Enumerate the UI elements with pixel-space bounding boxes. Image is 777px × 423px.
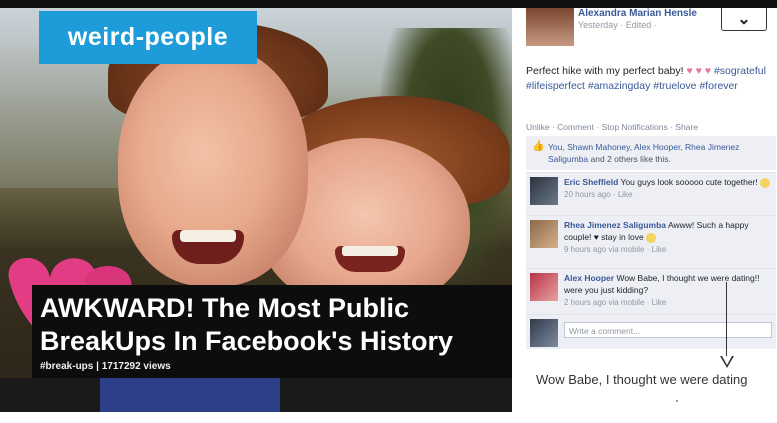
- post-body: Perfect hike with my perfect baby! ♥ ♥ ♥…: [526, 64, 777, 94]
- comment: Alex Hooper Wow Babe, I thought we were …: [526, 268, 776, 314]
- comment-author[interactable]: Eric Sheffield: [564, 177, 618, 187]
- video-title[interactable]: AWKWARD! The Most Public BreakUps In Fac…: [40, 292, 510, 358]
- post-actions[interactable]: Unlike · Comment · Stop Notifications · …: [526, 122, 698, 132]
- thumbs-up-icon: 👍: [532, 141, 545, 152]
- author-avatar[interactable]: [526, 8, 574, 46]
- write-comment-row: Write a comment...: [526, 314, 776, 349]
- post-time: Yesterday · Edited ·: [578, 20, 657, 30]
- comment-author[interactable]: Alex Hooper: [564, 273, 614, 283]
- comment-body: Alex Hooper Wow Babe, I thought we were …: [564, 272, 776, 309]
- annotation-quote: Wow Babe, I thought we were dating: [536, 372, 748, 387]
- commenter-avatar[interactable]: [530, 220, 558, 248]
- post-text: Perfect hike with my perfect baby!: [526, 65, 684, 77]
- bottom-margin: [0, 412, 777, 423]
- brand-logo-text: weird-people: [67, 23, 229, 51]
- brand-logo[interactable]: weird-people: [39, 11, 257, 64]
- comment-body: Eric Sheffield You guys look sooooo cute…: [564, 176, 776, 201]
- video-meta: #break-ups | 1717292 views: [40, 361, 171, 372]
- comment-meta[interactable]: 9 hours ago via mobile · Like: [564, 245, 666, 254]
- woman-teeth: [342, 246, 398, 256]
- commenter-avatar[interactable]: [530, 273, 558, 301]
- smile-emoji-icon: [760, 177, 771, 188]
- comment-input[interactable]: Write a comment...: [564, 322, 772, 338]
- likes-text: You, Shawn Mahoney, Alex Hooper, Rhea Ji…: [548, 141, 777, 165]
- comment-author[interactable]: Rhea Jimenez Saligumba: [564, 220, 666, 230]
- shirt-area: [100, 378, 280, 412]
- post-author[interactable]: Alexandra Marian Hensle: [578, 8, 697, 19]
- facebook-post-panel: Alexandra Marian Hensle Yesterday · Edit…: [512, 8, 777, 412]
- chevron-down-icon[interactable]: ⌄: [721, 8, 767, 31]
- likes-summary: 👍 You, Shawn Mahoney, Alex Hooper, Rhea …: [526, 136, 776, 170]
- annotation-arrow: [726, 282, 727, 362]
- comment-body: Rhea Jimenez Saligumba Awww! Such a happ…: [564, 219, 776, 256]
- comment-meta[interactable]: 20 hours ago · Like: [564, 190, 633, 199]
- comment-text: You guys look sooooo cute together!: [620, 177, 758, 187]
- dot: [676, 400, 678, 402]
- comment-meta[interactable]: 2 hours ago via mobile · Like: [564, 298, 666, 307]
- viewer-avatar: [530, 319, 558, 347]
- smile-emoji-icon: [646, 232, 657, 243]
- video-bottom-strip: [0, 378, 512, 412]
- comment: Rhea Jimenez Saligumba Awww! Such a happ…: [526, 215, 776, 268]
- top-bar: [0, 0, 777, 8]
- comment: Eric Sheffield You guys look sooooo cute…: [526, 172, 776, 215]
- likes-suffix: and 2 others like this.: [590, 154, 671, 164]
- heart-icons: ♥ ♥ ♥: [686, 65, 712, 77]
- man-teeth: [180, 230, 236, 242]
- commenter-avatar[interactable]: [530, 177, 558, 205]
- arrow-head-fill: [722, 356, 732, 365]
